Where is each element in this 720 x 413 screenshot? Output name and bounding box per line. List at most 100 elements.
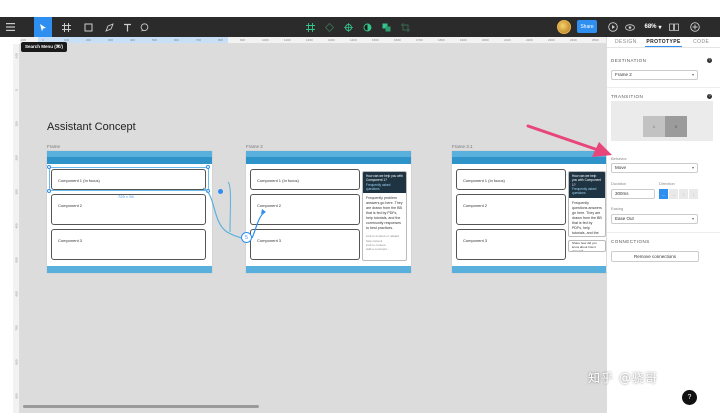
- ruler-tick: 1500: [372, 38, 379, 42]
- help-button[interactable]: ?: [682, 390, 697, 405]
- direction-left-icon[interactable]: ←: [659, 189, 668, 199]
- ruler-tick: 2200: [526, 38, 533, 42]
- ruler-tick: 400: [130, 38, 136, 42]
- component-2-card[interactable]: Component 2: [456, 194, 566, 225]
- component-label: Component 3: [257, 238, 282, 243]
- component-1-card[interactable]: Component 1 (In focus): [456, 169, 566, 190]
- ruler-tick: 300: [14, 189, 19, 195]
- resize-handle[interactable]: [206, 165, 210, 169]
- chat-link[interactable]: Link to content or related help content: [363, 234, 406, 242]
- present-play-icon[interactable]: [606, 17, 620, 37]
- crop-icon[interactable]: [400, 22, 410, 32]
- preview-frame-b: B: [665, 116, 687, 137]
- ruler-tick: 900: [240, 38, 246, 42]
- frame-label[interactable]: Frame 3.1: [452, 144, 473, 149]
- ruler-tick: 1700: [416, 38, 423, 42]
- resize-handle[interactable]: [47, 165, 51, 169]
- rectangle-tool-button[interactable]: [80, 17, 96, 37]
- selection-outline: [49, 167, 209, 191]
- ruler-tick: 1400: [350, 38, 357, 42]
- component-3-card[interactable]: Component 3: [456, 229, 566, 260]
- chat-question-sub: Frequently asked questions: [572, 186, 597, 196]
- share-button[interactable]: Share: [577, 20, 597, 33]
- component-label: Component 2: [463, 203, 488, 208]
- chat-input[interactable]: Add a comment...: [363, 247, 406, 251]
- eye-icon[interactable]: [624, 17, 636, 37]
- chevron-down-icon: ▾: [691, 216, 694, 221]
- frame-select-icon[interactable]: [306, 22, 316, 32]
- frame-label[interactable]: Frame 2: [246, 144, 263, 149]
- zoom-dropdown[interactable]: 68% ▾: [641, 17, 665, 37]
- component-1-card[interactable]: Component 1 (In focus): [250, 169, 360, 190]
- comment-tool-button[interactable]: [137, 17, 151, 37]
- library-book-icon[interactable]: [668, 17, 680, 37]
- chat-question: How can we help you with Component 1? Fr…: [363, 172, 406, 194]
- pen-tool-button[interactable]: [101, 17, 117, 37]
- direction-right-icon[interactable]: →: [669, 189, 678, 199]
- prototype-link-handle[interactable]: [218, 189, 223, 194]
- duration-input[interactable]: 300ms: [611, 189, 655, 199]
- user-avatar[interactable]: [556, 17, 572, 37]
- design-canvas[interactable]: Assistant Concept Frame Component 1 (In …: [20, 44, 606, 413]
- easing-dropdown[interactable]: Ease Out ▾: [611, 214, 698, 224]
- ruler-tick: 300: [108, 38, 114, 42]
- components-icon[interactable]: [344, 22, 354, 32]
- top-ruler: -100 0 100 200 300 400 500 600 700 800 900 1000 1100…: [20, 37, 606, 44]
- page-section-title: Assistant Concept: [47, 121, 136, 133]
- behavior-dropdown[interactable]: Move ▾: [611, 163, 698, 173]
- ruler-tick: 600: [174, 38, 180, 42]
- chat-feedback-box[interactable]: Share how did you know about how it appe…: [568, 240, 606, 252]
- hamburger-menu-icon[interactable]: [2, 17, 18, 37]
- chat-answer: Frequently problem answers go here. They…: [366, 196, 403, 231]
- help-icon[interactable]: ?: [707, 94, 712, 99]
- component-label: Component 3: [463, 238, 488, 243]
- duration-label: Duration: [611, 181, 627, 186]
- ruler-tick: -100: [14, 53, 19, 60]
- plugin-plus-icon[interactable]: [688, 17, 702, 37]
- component-icon[interactable]: [325, 22, 335, 32]
- ruler-tick: 0: [14, 89, 19, 91]
- ruler-tick: 1000: [262, 38, 269, 42]
- text-tool-button[interactable]: [120, 17, 134, 37]
- ruler-tick: 500: [152, 38, 158, 42]
- mask-icon[interactable]: [362, 22, 372, 32]
- resize-handle[interactable]: [47, 189, 51, 193]
- direction-down-icon[interactable]: ↓: [689, 189, 698, 199]
- panel-tabs: DESIGN PROTOTYPE CODE: [607, 37, 720, 48]
- component-2-card[interactable]: Component 2: [250, 194, 360, 225]
- ruler-tick: 1100: [284, 38, 291, 42]
- ruler-tick: 2100: [504, 38, 511, 42]
- tab-design[interactable]: DESIGN: [607, 37, 645, 47]
- direction-up-icon[interactable]: ↑: [679, 189, 688, 199]
- zoom-value: 68%: [644, 24, 657, 30]
- help-icon[interactable]: ?: [707, 58, 712, 63]
- behavior-value: Move: [615, 165, 627, 170]
- union-icon[interactable]: [381, 22, 391, 32]
- destination-dropdown[interactable]: Frame 2 ▾: [611, 70, 698, 80]
- remove-connections-button[interactable]: Remove connections: [611, 251, 699, 262]
- component-3-card[interactable]: Component 3: [51, 229, 206, 260]
- component-3-card[interactable]: Component 3: [250, 229, 360, 260]
- assistant-chat-panel: How can we help you with Component 1? Fr…: [362, 171, 407, 261]
- center-tools: [306, 17, 410, 37]
- ruler-tick: 1800: [438, 38, 445, 42]
- ruler-tick: 2000: [482, 38, 489, 42]
- chat-answer: Frequently questions answers go here. Th…: [572, 200, 602, 236]
- frame-2[interactable]: Component 1 (In focus) Component 2 Compo…: [246, 151, 411, 273]
- move-tool-button[interactable]: [34, 17, 52, 37]
- frame-tool-button[interactable]: [58, 17, 74, 37]
- tab-prototype[interactable]: PROTOTYPE: [644, 37, 683, 47]
- frame-3-1[interactable]: Component 1 (In focus) Component 2 Compo…: [452, 151, 606, 273]
- resize-handle[interactable]: [206, 189, 210, 193]
- behavior-label: Behavior: [611, 156, 627, 161]
- ruler-tick: 500: [14, 257, 19, 263]
- horizontal-scrollbar[interactable]: [23, 405, 259, 408]
- connection-node[interactable]: 5: [241, 232, 252, 243]
- chevron-down-icon: ▾: [691, 72, 694, 77]
- chevron-down-icon: ▾: [658, 24, 662, 31]
- ruler-tick: 1600: [394, 38, 401, 42]
- chevron-down-icon: ▾: [691, 165, 694, 170]
- frame-label[interactable]: Frame: [47, 144, 60, 149]
- tab-code[interactable]: CODE: [682, 37, 720, 47]
- assistant-chat-panel: How can we help you with Component 1? Fr…: [568, 171, 606, 237]
